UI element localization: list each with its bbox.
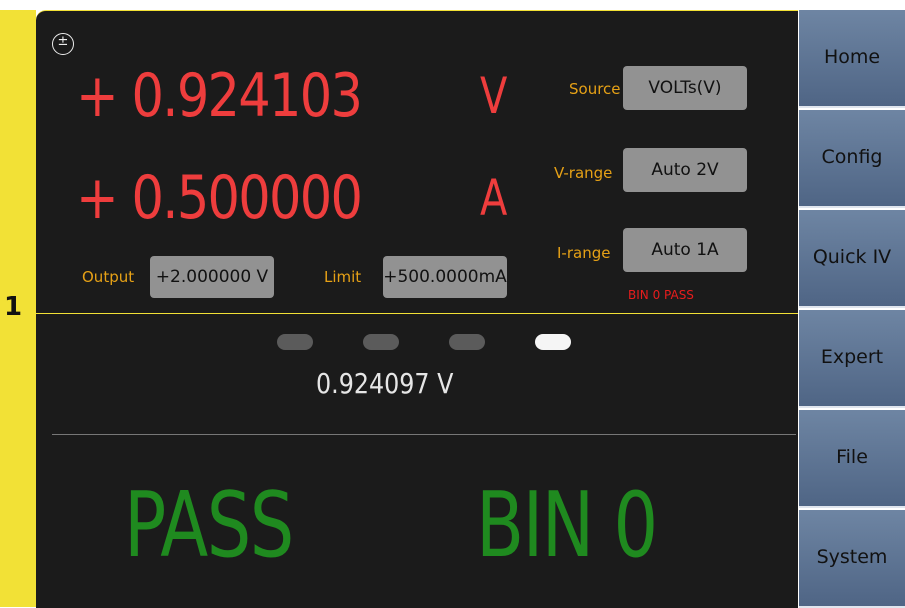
vrange-label: V-range xyxy=(554,164,613,182)
current-reading: + 0.500000 xyxy=(76,163,363,233)
vrange-button[interactable]: Auto 2V xyxy=(623,148,747,192)
section-divider xyxy=(36,313,798,314)
pass-result: PASS xyxy=(124,473,294,578)
plus-minus-icon[interactable]: ± xyxy=(52,33,74,55)
measurement-panel: ± + 0.924103 V + 0.500000 A Source VOLTs… xyxy=(36,10,798,608)
indicator-dot xyxy=(449,334,485,350)
voltage-sign: + xyxy=(76,61,119,131)
current-value: 0.500000 xyxy=(131,163,363,233)
sidebar-item-config[interactable]: Config xyxy=(799,110,905,208)
sidebar-item-expert[interactable]: Expert xyxy=(799,310,905,408)
indicator-dot-active xyxy=(535,334,571,350)
current-unit: A xyxy=(480,169,508,227)
source-button[interactable]: VOLTs(V) xyxy=(623,66,747,110)
voltage-reading: + 0.924103 xyxy=(76,61,363,131)
limit-button[interactable]: +500.0000mA xyxy=(383,256,507,298)
limit-label: Limit xyxy=(324,268,362,286)
sidebar-item-file[interactable]: File xyxy=(799,410,905,508)
voltage-value: 0.924103 xyxy=(131,61,363,131)
indicator-dot xyxy=(277,334,313,350)
sidebar: Home Config Quick IV Expert File System xyxy=(799,10,905,608)
channel-number: 1 xyxy=(4,292,23,322)
output-button[interactable]: +2.000000 V xyxy=(150,256,274,298)
sidebar-item-home[interactable]: Home xyxy=(799,10,905,108)
irange-button[interactable]: Auto 1A xyxy=(623,228,747,272)
output-label: Output xyxy=(82,268,135,286)
sidebar-item-quick-iv[interactable]: Quick IV xyxy=(799,210,905,308)
result-divider xyxy=(52,434,796,435)
indicator-dot xyxy=(363,334,399,350)
sidebar-item-system[interactable]: System xyxy=(799,510,905,608)
source-label: Source xyxy=(569,80,621,98)
irange-label: I-range xyxy=(557,244,611,262)
bin-status-text: BIN 0 PASS xyxy=(628,288,694,302)
secondary-reading: 0.924097 V xyxy=(316,367,454,400)
current-sign: + xyxy=(76,163,119,233)
voltage-unit: V xyxy=(480,67,508,125)
bin-result: BIN 0 xyxy=(476,473,658,578)
